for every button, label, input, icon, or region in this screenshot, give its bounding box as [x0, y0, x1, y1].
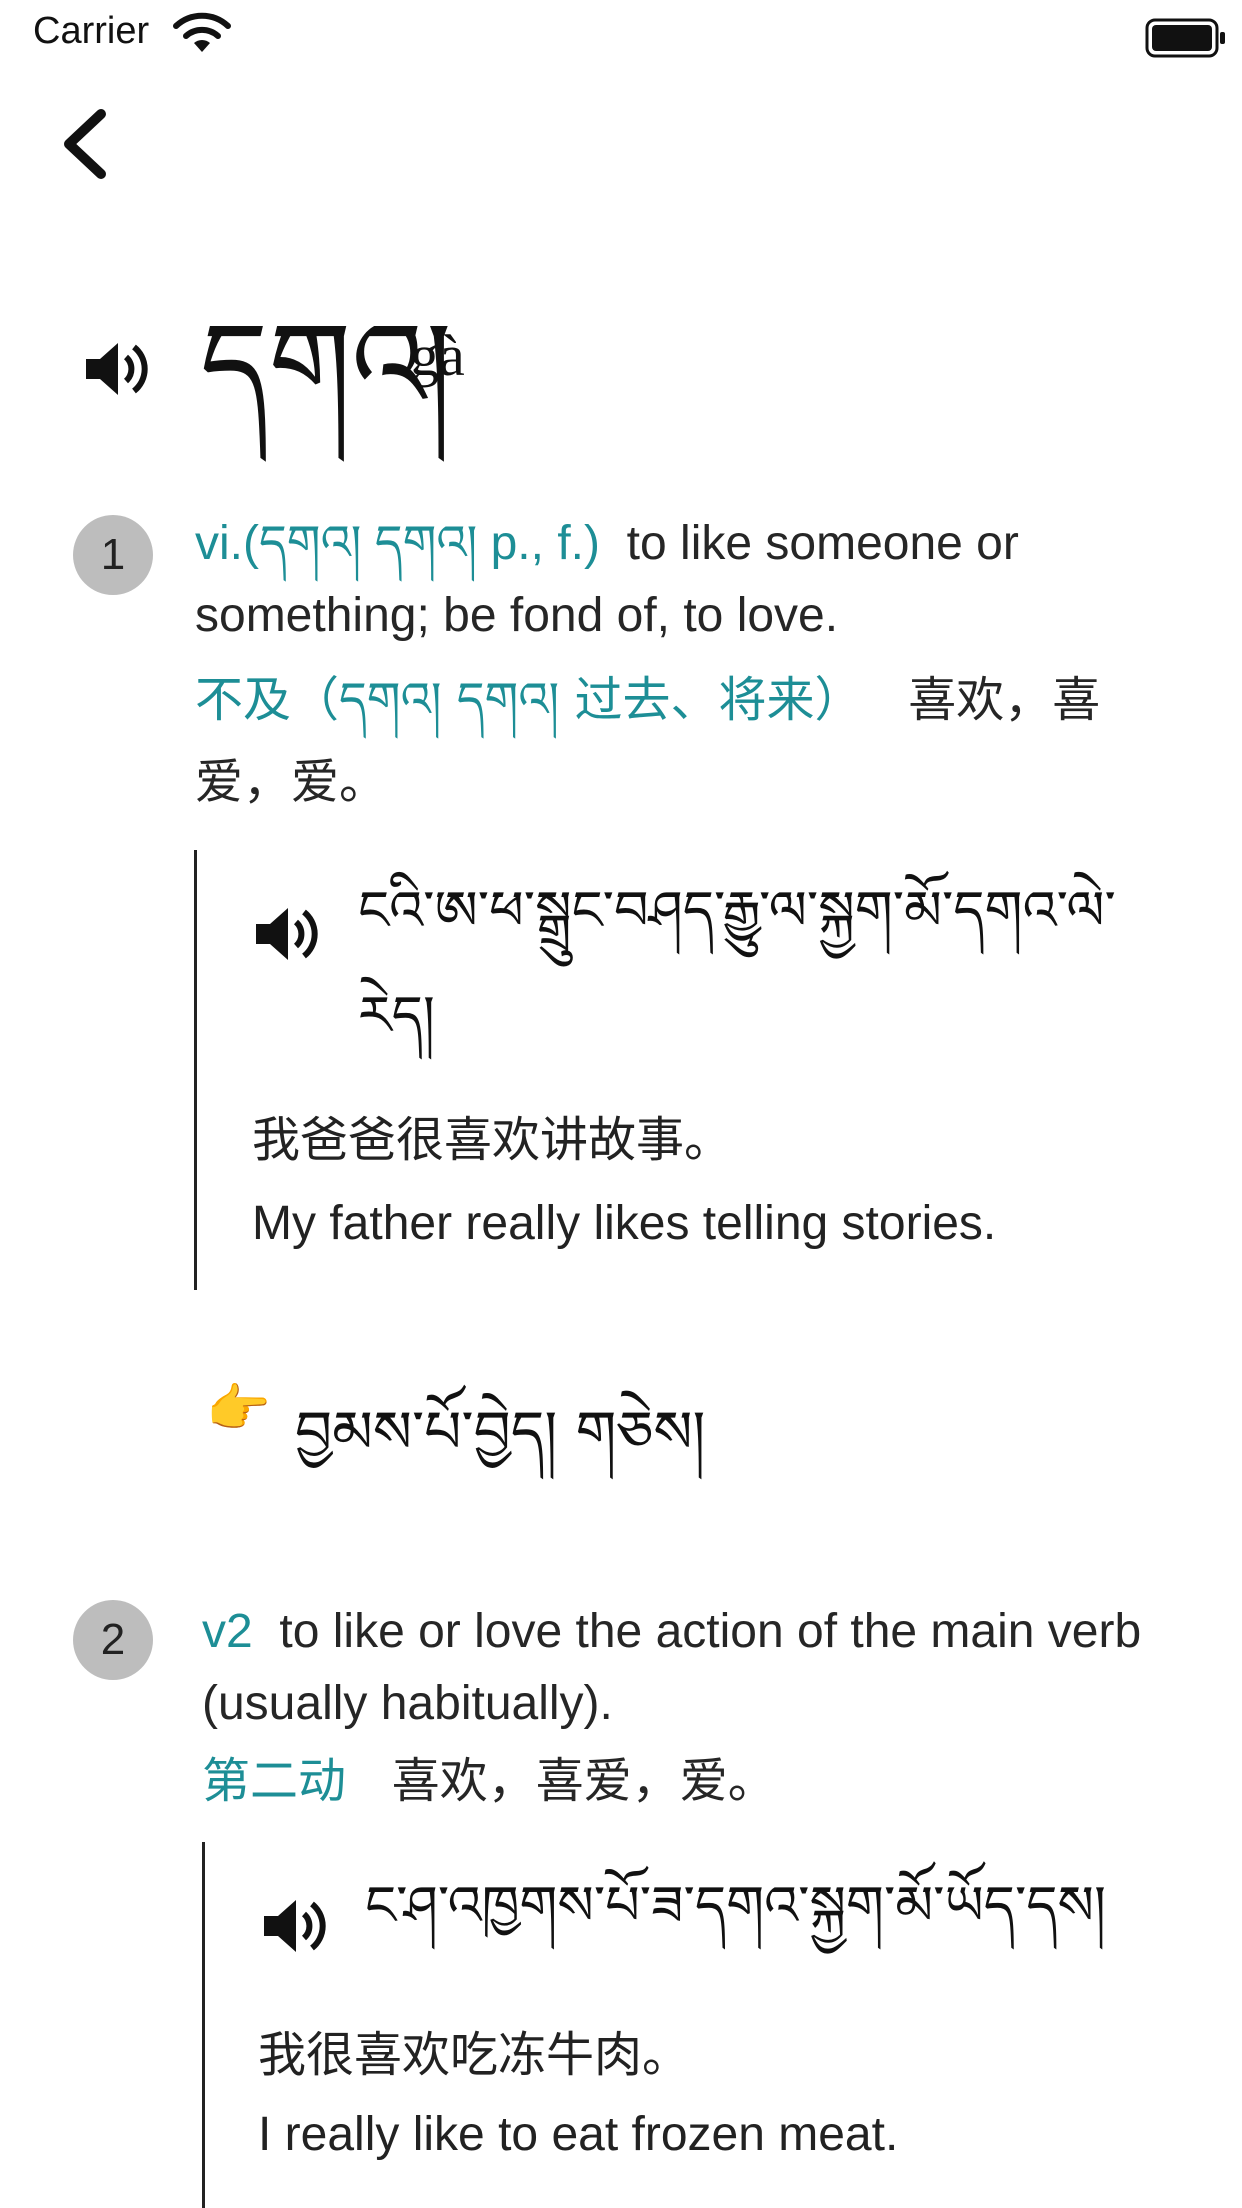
battery-icon: [1145, 18, 1225, 58]
example-speaker-icon[interactable]: [250, 898, 322, 970]
pointing-hand-icon: 👉: [206, 1379, 271, 1439]
sense-definition-en: vi.(དགའ། དགའ། p., f.) to like someone or…: [195, 508, 1155, 652]
back-chevron-icon[interactable]: [55, 104, 115, 184]
see-also-link[interactable]: བྱམས་པོ་བྱེད། གཅེས།: [295, 1368, 705, 1531]
sense-pos-zh: 第二动: [202, 1753, 347, 1809]
headword-speaker-icon[interactable]: [80, 333, 152, 405]
sense-number-badge: 1: [73, 515, 153, 595]
example-speaker-icon[interactable]: [258, 1890, 330, 1962]
carrier-label: Carrier: [33, 10, 150, 52]
sense-def-en: to like or love the action of the main v…: [202, 1605, 1142, 1730]
example-tibetan: ངའི་ཨ་ཕ་སྒྲུང་བཤད་རྒྱུ་ལ་སྐྱག་མོ་དགའ་ལེ་…: [358, 879, 1116, 1047]
example-chinese: 我很喜欢吃冻牛肉。: [258, 2027, 691, 2083]
sense-pos-en: vi.(དགའ། དགའ། p., f.): [195, 517, 600, 570]
example-quote-bar: [194, 850, 197, 1290]
sense-pos-en: v2: [202, 1605, 253, 1658]
example-tibetan: ང་ཤ་འཁྱགས་པོ་ཟ་དགའ་སྐྱག་མོ་ཡོད་དས།: [365, 1874, 1106, 1937]
headword-pronunciation: gà: [410, 323, 465, 388]
sense-number-badge: 2: [73, 1600, 153, 1680]
sense-definition-en: v2 to like or love the action of the mai…: [202, 1596, 1152, 1740]
sense-definition-zh: 不及（དགའ། དགའ། 过去、将来） 喜欢，喜爱，爱。: [195, 659, 1155, 823]
sense-definition-zh: 第二动 喜欢，喜爱，爱。: [202, 1740, 1152, 1822]
sense-pos-zh: 不及（དགའ། དགའ། 过去、将来）: [195, 672, 863, 728]
wifi-icon: [173, 12, 231, 52]
example-quote-bar: [202, 1842, 205, 2208]
sense-def-zh: 喜欢，喜爱，爱。: [391, 1753, 776, 1809]
example-english: I really like to eat frozen meat.: [258, 2108, 899, 2161]
example-english: My father really likes telling stories.: [252, 1197, 997, 1250]
example-chinese: 我爸爸很喜欢讲故事。: [252, 1112, 733, 1168]
